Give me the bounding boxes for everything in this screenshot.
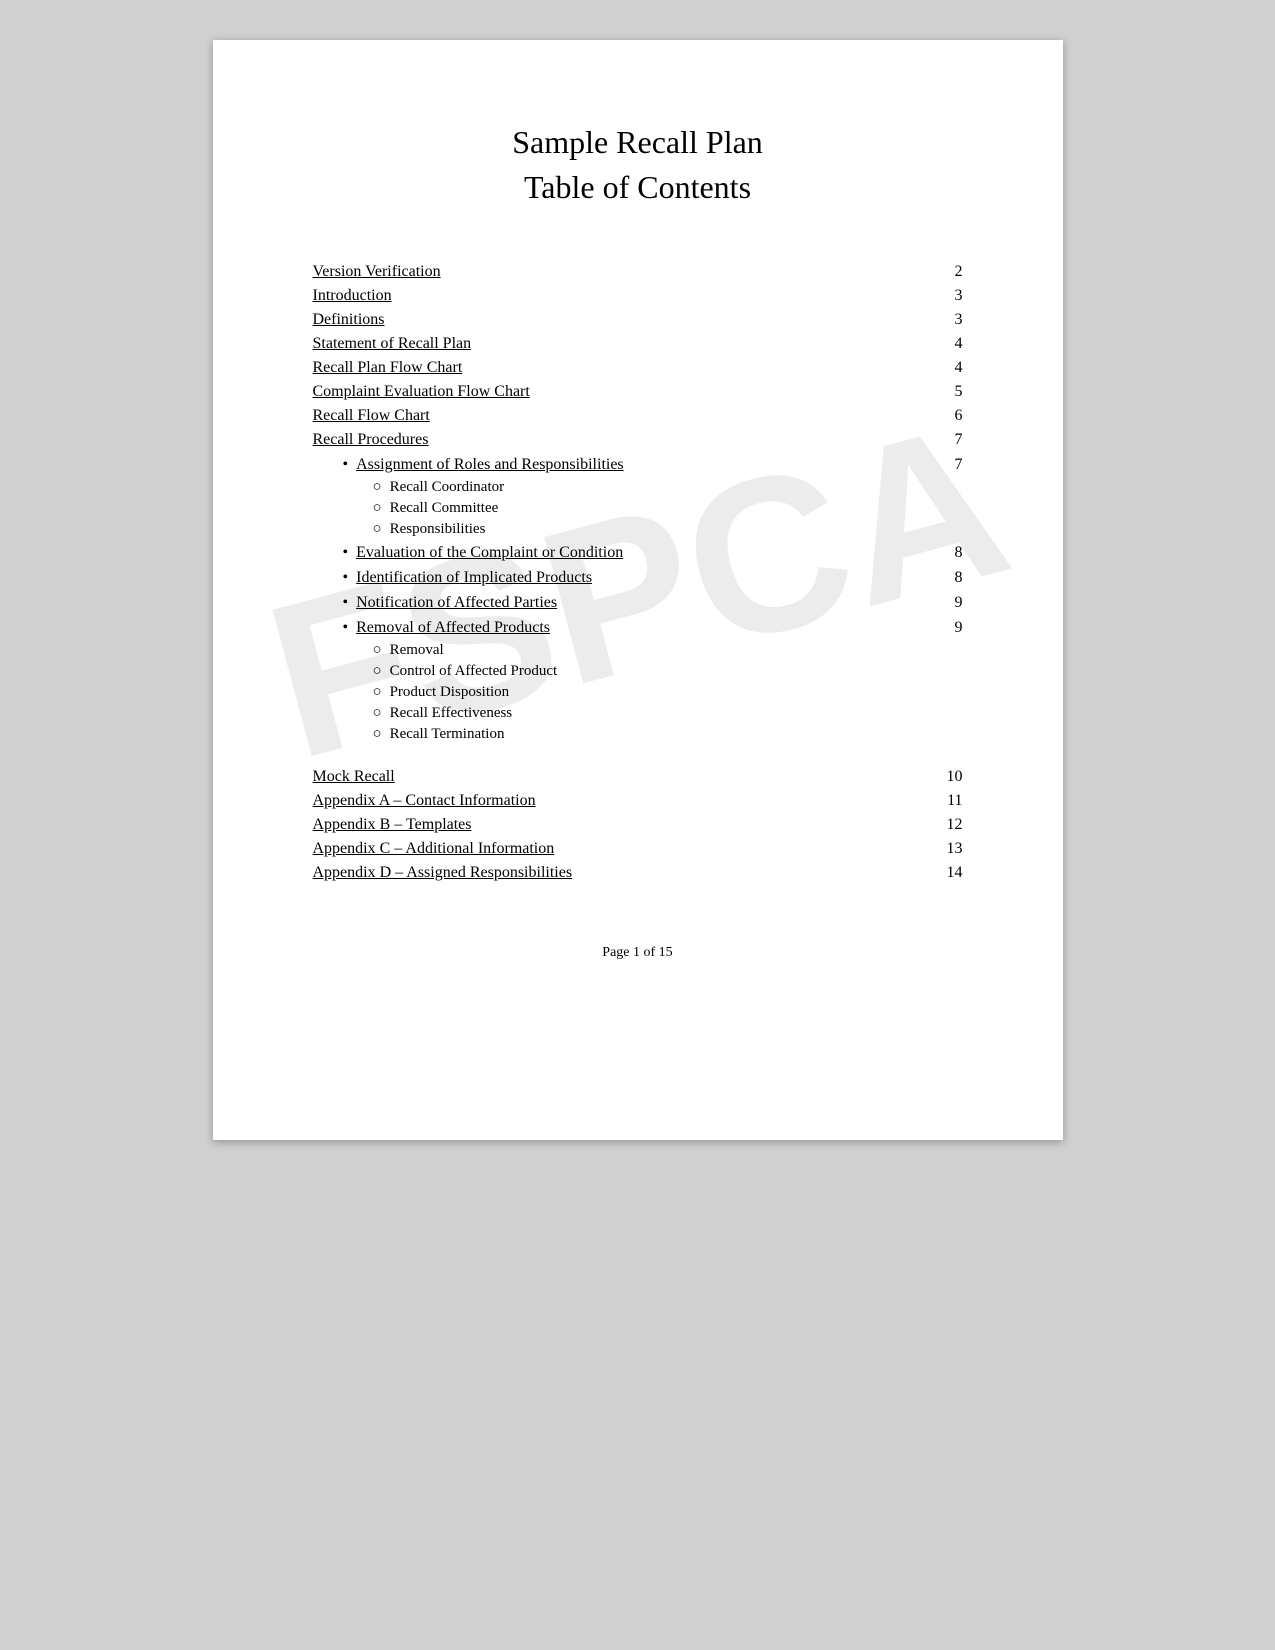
toc-page-recall-plan-flow: 4 [933,359,963,377]
bullet-section-roles: •Assignment of Roles and Responsibilitie… [313,452,963,540]
subitem-coordinator: ○ Recall Coordinator [373,477,963,498]
toc-entry-recall-plan-flow[interactable]: Recall Plan Flow Chart 4 [313,356,963,380]
toc-label-evaluation: •Evaluation of the Complaint or Conditio… [343,544,933,562]
toc-container: Version Verification 2 Introduction 3 De… [313,260,963,885]
subitem-removal-item: ○ Removal [373,640,963,661]
toc-label-identification: •Identification of Implicated Products [343,569,933,587]
subitem-label-coordinator: Recall Coordinator [390,479,505,496]
bullet-dot-roles: • [343,456,349,473]
toc-entry-appendix-b[interactable]: Appendix B – Templates 12 [313,813,963,837]
toc-page-recall-flow: 6 [933,407,963,425]
bullet-dot-evaluation: • [343,544,349,561]
toc-label-roles: •Assignment of Roles and Responsibilitie… [343,456,933,474]
circle-dot-committee: ○ [373,500,382,517]
footer-text: Page 1 of 15 [602,945,672,960]
toc-label-definitions: Definitions [313,311,933,329]
bullet-section-notification: •Notification of Affected Parties 9 [313,590,963,615]
circle-dot-responsibilities: ○ [373,521,382,538]
subitem-label-responsibilities: Responsibilities [390,521,486,538]
toc-entry-definitions[interactable]: Definitions 3 [313,308,963,332]
toc-label-introduction: Introduction [313,287,933,305]
toc-label-removal: •Removal of Affected Products [343,619,933,637]
toc-page-removal: 9 [933,619,963,637]
toc-entry-complaint-flow[interactable]: Complaint Evaluation Flow Chart 5 [313,380,963,404]
toc-label-recall-procedures: Recall Procedures [313,431,933,449]
toc-label-statement: Statement of Recall Plan [313,335,933,353]
bullet-section-removal: •Removal of Affected Products 9 ○ Remova… [313,615,963,745]
toc-label-mock-recall: Mock Recall [313,768,933,786]
toc-entry-appendix-a[interactable]: Appendix A – Contact Information 11 [313,789,963,813]
toc-page-statement: 4 [933,335,963,353]
toc-page-version: 2 [933,263,963,281]
subitem-committee: ○ Recall Committee [373,498,963,519]
toc-entry-evaluation[interactable]: •Evaluation of the Complaint or Conditio… [343,540,963,565]
page-footer: Page 1 of 15 [313,945,963,961]
toc-page-appendix-b: 12 [933,816,963,834]
title-line2: Table of Contents [313,165,963,210]
toc-entry-removal[interactable]: •Removal of Affected Products 9 [343,615,963,640]
toc-page-appendix-c: 13 [933,840,963,858]
subitem-effectiveness: ○ Recall Effectiveness [373,703,963,724]
subitem-label-committee: Recall Committee [390,500,499,517]
circle-dot-termination: ○ [373,726,382,743]
toc-page-evaluation: 8 [933,544,963,562]
subitem-termination: ○ Recall Termination [373,724,963,745]
subitem-label-removal: Removal [390,642,444,659]
bullet-section-identification: •Identification of Implicated Products 8 [313,565,963,590]
toc-entry-recall-procedures[interactable]: Recall Procedures 7 [313,428,963,452]
toc-page-complaint-flow: 5 [933,383,963,401]
toc-label-appendix-c: Appendix C – Additional Information [313,840,933,858]
toc-label-recall-flow: Recall Flow Chart [313,407,933,425]
bullet-dot-notification: • [343,594,349,611]
bullet-dot-removal: • [343,619,349,636]
bullet-section-evaluation: •Evaluation of the Complaint or Conditio… [313,540,963,565]
toc-label-complaint-flow: Complaint Evaluation Flow Chart [313,383,933,401]
subitems-roles: ○ Recall Coordinator ○ Recall Committee … [343,477,963,540]
toc-label-appendix-d: Appendix D – Assigned Responsibilities [313,864,933,882]
page-content: Sample Recall Plan Table of Contents Ver… [313,120,963,961]
subitem-control: ○ Control of Affected Product [373,661,963,682]
subitem-responsibilities: ○ Responsibilities [373,519,963,540]
toc-entry-mock-recall[interactable]: Mock Recall 10 [313,765,963,789]
circle-dot-control: ○ [373,663,382,680]
bullet-dot-identification: • [343,569,349,586]
toc-page-introduction: 3 [933,287,963,305]
subitem-label-effectiveness: Recall Effectiveness [390,705,513,722]
toc-entry-roles[interactable]: •Assignment of Roles and Responsibilitie… [343,452,963,477]
toc-page-roles: 7 [933,456,963,474]
toc-label-appendix-b: Appendix B – Templates [313,816,933,834]
circle-dot-effectiveness: ○ [373,705,382,722]
subitem-label-termination: Recall Termination [390,726,505,743]
toc-page-notification: 9 [933,594,963,612]
toc-page-recall-procedures: 7 [933,431,963,449]
toc-entry-appendix-c[interactable]: Appendix C – Additional Information 13 [313,837,963,861]
toc-entry-appendix-d[interactable]: Appendix D – Assigned Responsibilities 1… [313,861,963,885]
toc-label-appendix-a: Appendix A – Contact Information [313,792,933,810]
toc-page-definitions: 3 [933,311,963,329]
toc-label-recall-plan-flow: Recall Plan Flow Chart [313,359,933,377]
subitems-removal: ○ Removal ○ Control of Affected Product … [343,640,963,745]
circle-dot-disposition: ○ [373,684,382,701]
circle-dot-removal: ○ [373,642,382,659]
toc-page-identification: 8 [933,569,963,587]
subitem-label-control: Control of Affected Product [390,663,558,680]
subitem-disposition: ○ Product Disposition [373,682,963,703]
toc-label-version: Version Verification [313,263,933,281]
toc-page-appendix-d: 14 [933,864,963,882]
document-page: FSPCA Sample Recall Plan Table of Conten… [213,40,1063,1140]
toc-entry-statement[interactable]: Statement of Recall Plan 4 [313,332,963,356]
toc-entry-version[interactable]: Version Verification 2 [313,260,963,284]
toc-entry-introduction[interactable]: Introduction 3 [313,284,963,308]
toc-entry-identification[interactable]: •Identification of Implicated Products 8 [343,565,963,590]
toc-entry-notification[interactable]: •Notification of Affected Parties 9 [343,590,963,615]
subitem-label-disposition: Product Disposition [390,684,510,701]
toc-entry-recall-flow[interactable]: Recall Flow Chart 6 [313,404,963,428]
document-title: Sample Recall Plan Table of Contents [313,120,963,210]
spacer1 [313,745,963,765]
toc-page-appendix-a: 11 [933,792,963,810]
title-line1: Sample Recall Plan [313,120,963,165]
toc-page-mock-recall: 10 [933,768,963,786]
toc-label-notification: •Notification of Affected Parties [343,594,933,612]
circle-dot-coordinator: ○ [373,479,382,496]
